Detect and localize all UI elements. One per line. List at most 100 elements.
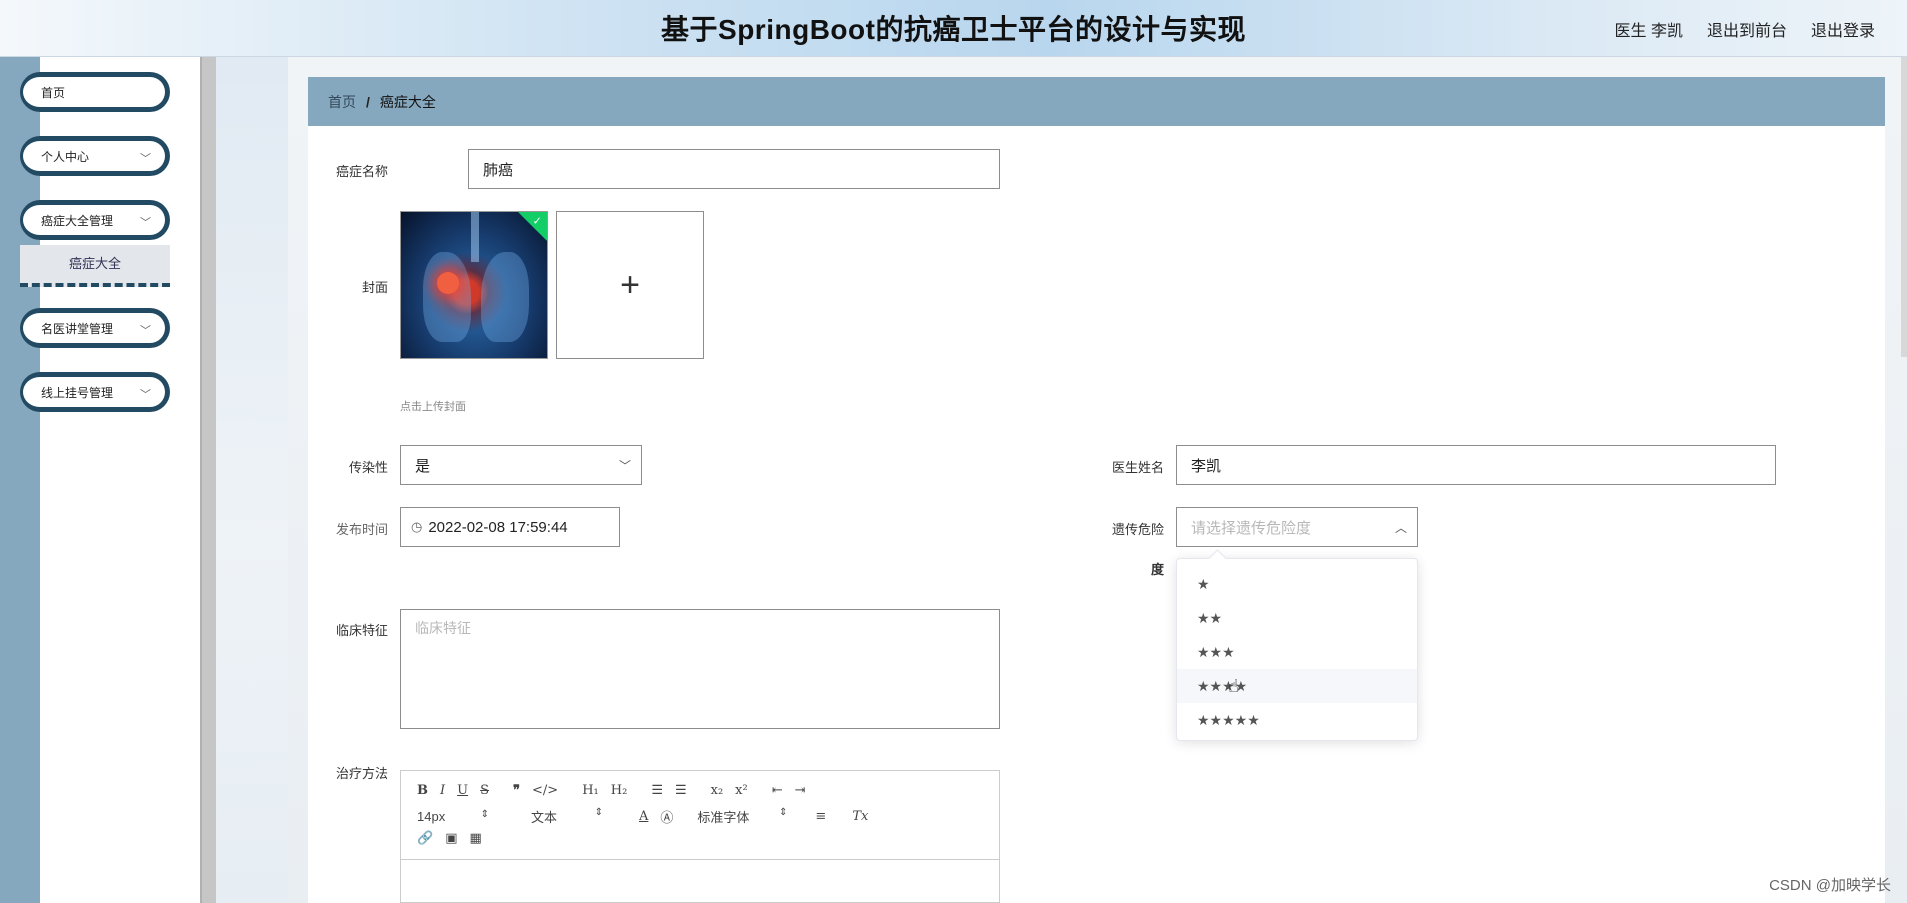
ordered-list-icon[interactable]: ☰ — [651, 783, 663, 798]
cover-image[interactable]: ✓ — [400, 211, 548, 359]
publish-label: 发布时间 — [335, 522, 388, 537]
code-icon[interactable]: </> — [532, 783, 558, 798]
header-links: 医生 李凯 退出到前台 退出登录 — [1615, 17, 1875, 41]
italic-icon[interactable]: I — [440, 783, 445, 798]
sidebar-item-label: 线上挂号管理 — [41, 385, 114, 400]
breadcrumb-home[interactable]: 首页 — [328, 92, 356, 112]
outdent-icon[interactable]: ⇤ — [772, 783, 783, 798]
sidebar-item-profile[interactable]: 个人中心 ﹀ — [20, 136, 170, 176]
risk-select[interactable]: 请选择遗传危险度 ︿ — [1176, 507, 1418, 547]
strike-icon[interactable]: S — [480, 783, 489, 798]
contagious-select[interactable]: 是 ﹀ — [400, 445, 642, 485]
background-color-icon[interactable]: Ⓐ — [660, 807, 673, 826]
sidebar-divider — [200, 57, 216, 903]
underline-icon[interactable]: U — [457, 783, 468, 798]
risk-label-cont: 度 — [1150, 562, 1164, 577]
breadcrumb-current: 癌症大全 — [379, 93, 436, 110]
contagious-value: 是 — [415, 457, 431, 475]
indent-icon[interactable]: ⇥ — [795, 783, 806, 798]
doctor-name-value: 李凯 — [1191, 457, 1222, 475]
sidebar-item-label: 名医讲堂管理 — [41, 321, 114, 336]
doctor-name-input[interactable]: 李凯 — [1176, 445, 1776, 485]
risk-option[interactable]: ★ — [1177, 567, 1417, 601]
treatment-label: 治疗方法 — [335, 766, 388, 781]
video-icon[interactable]: ▦ — [469, 831, 481, 846]
clock-icon: ◷ — [411, 519, 423, 534]
watermark: CSDN @加映学长 — [1769, 877, 1891, 894]
font-family-select[interactable]: 标准字体 ⇕ — [697, 807, 793, 826]
bullet-list-icon[interactable]: ☰ — [675, 783, 687, 798]
superscript-icon[interactable]: x² — [735, 783, 748, 798]
publish-time-value: 2022-02-08 17:59:44 — [428, 518, 568, 536]
front-link[interactable]: 退出到前台 — [1707, 17, 1787, 41]
upload-success-icon: ✓ — [518, 212, 547, 241]
risk-option[interactable]: ★★★★ — [1177, 669, 1417, 703]
chevron-down-icon: ﹀ — [140, 217, 151, 229]
link-icon[interactable]: 🔗 — [417, 831, 433, 846]
upload-add-button[interactable]: + — [556, 211, 704, 359]
quote-icon[interactable]: ❞ — [513, 783, 520, 798]
align-icon[interactable]: ≡ — [815, 809, 826, 824]
cancer-name-value: 肺癌 — [483, 161, 514, 179]
publish-time-input[interactable]: ◷ 2022-02-08 17:59:44 — [400, 507, 620, 547]
editor-toolbar-row-2: 14px ⇕ 文本 ⇕ A Ⓐ 标准字体 ⇕ ≡ Tx — [417, 807, 880, 826]
sidebar-item-registration-manage[interactable]: 线上挂号管理 ﹀ — [20, 372, 170, 412]
plus-icon: + — [620, 265, 640, 304]
sidebar-item-label: 个人中心 — [41, 149, 90, 164]
chevron-down-icon: ﹀ — [618, 458, 631, 473]
rich-text-editor: B I U S ❞ </> H₁ H₂ ☰ ☰ x₂ x² ⇤ ⇥ 14px ⇕… — [400, 770, 1000, 903]
sidebar-item-home[interactable]: 首页 — [20, 72, 170, 112]
logout-link[interactable]: 退出登录 — [1811, 17, 1875, 41]
clinical-label: 临床特征 — [335, 623, 388, 638]
font-size-value: 14px — [417, 809, 446, 824]
risk-option[interactable]: ★★★★★ — [1177, 703, 1417, 737]
chevron-down-icon: ﹀ — [140, 325, 151, 337]
sort-arrows-icon: ⇕ — [594, 807, 603, 818]
clear-format-icon[interactable]: Tx — [852, 809, 868, 824]
hand-cursor-icon: ☝ — [1228, 676, 1239, 696]
image-icon[interactable]: ▣ — [445, 831, 457, 846]
clinical-textarea[interactable]: 临床特征 — [400, 609, 1000, 729]
subscript-icon[interactable]: x₂ — [711, 783, 724, 798]
chevron-down-icon: ﹀ — [140, 389, 151, 401]
text-type-value: 文本 — [531, 810, 558, 825]
risk-label: 遗传危险 — [1111, 522, 1164, 537]
cover-hint: 点击上传封面 — [400, 401, 466, 413]
risk-dropdown: ★ ★★ ★★★ ★★★★ ★★★★★ — [1176, 558, 1418, 741]
sidebar-item-label: 癌症大全管理 — [41, 213, 114, 228]
risk-option[interactable]: ★★ — [1177, 601, 1417, 635]
heading1-icon[interactable]: H₁ — [582, 783, 599, 798]
sidebar-item-lecture-manage[interactable]: 名医讲堂管理 ﹀ — [20, 308, 170, 348]
heading2-icon[interactable]: H₂ — [611, 783, 628, 798]
submenu-item-cancer-encyclopedia[interactable]: 癌症大全 — [20, 245, 170, 287]
name-label: 癌症名称 — [335, 164, 388, 179]
sidebar-item-cancer-manage[interactable]: 癌症大全管理 ﹀ — [20, 200, 170, 240]
trachea-shape — [471, 212, 479, 262]
sidebar-rail — [0, 57, 40, 903]
chevron-up-icon: ︿ — [1394, 520, 1407, 535]
breadcrumb: 首页 / 癌症大全 — [308, 77, 1885, 126]
font-color-icon[interactable]: A — [639, 809, 648, 824]
editor-toolbar-row-3: 🔗 ▣ ▦ — [417, 831, 494, 846]
top-header: 基于SpringBoot的抗癌卫士平台的设计与实现 医生 李凯 退出到前台 退出… — [0, 0, 1907, 57]
tumor-shape — [437, 272, 459, 294]
current-user: 医生 李凯 — [1614, 23, 1683, 40]
cover-label: 封面 — [361, 280, 388, 295]
page-scrollbar[interactable] — [1901, 57, 1907, 357]
breadcrumb-separator: / — [366, 93, 370, 110]
font-size-select[interactable]: 14px ⇕ — [417, 809, 501, 824]
text-type-select[interactable]: 文本 ⇕ — [501, 807, 615, 826]
lung-right-shape — [481, 252, 529, 342]
clinical-placeholder: 临床特征 — [415, 620, 471, 636]
sidebar — [40, 57, 200, 903]
risk-option[interactable]: ★★★ — [1177, 635, 1417, 669]
font-family-value: 标准字体 — [697, 810, 750, 825]
cancer-name-input[interactable]: 肺癌 — [468, 149, 1000, 189]
lung-left-shape — [423, 252, 471, 342]
bold-icon[interactable]: B — [417, 783, 428, 798]
doctor-label: 医生姓名 — [1111, 460, 1164, 475]
sort-arrows-icon: ⇕ — [480, 809, 489, 820]
sort-arrows-icon: ⇕ — [779, 807, 788, 818]
contagious-label: 传染性 — [348, 460, 388, 475]
risk-placeholder: 请选择遗传危险度 — [1191, 519, 1312, 537]
